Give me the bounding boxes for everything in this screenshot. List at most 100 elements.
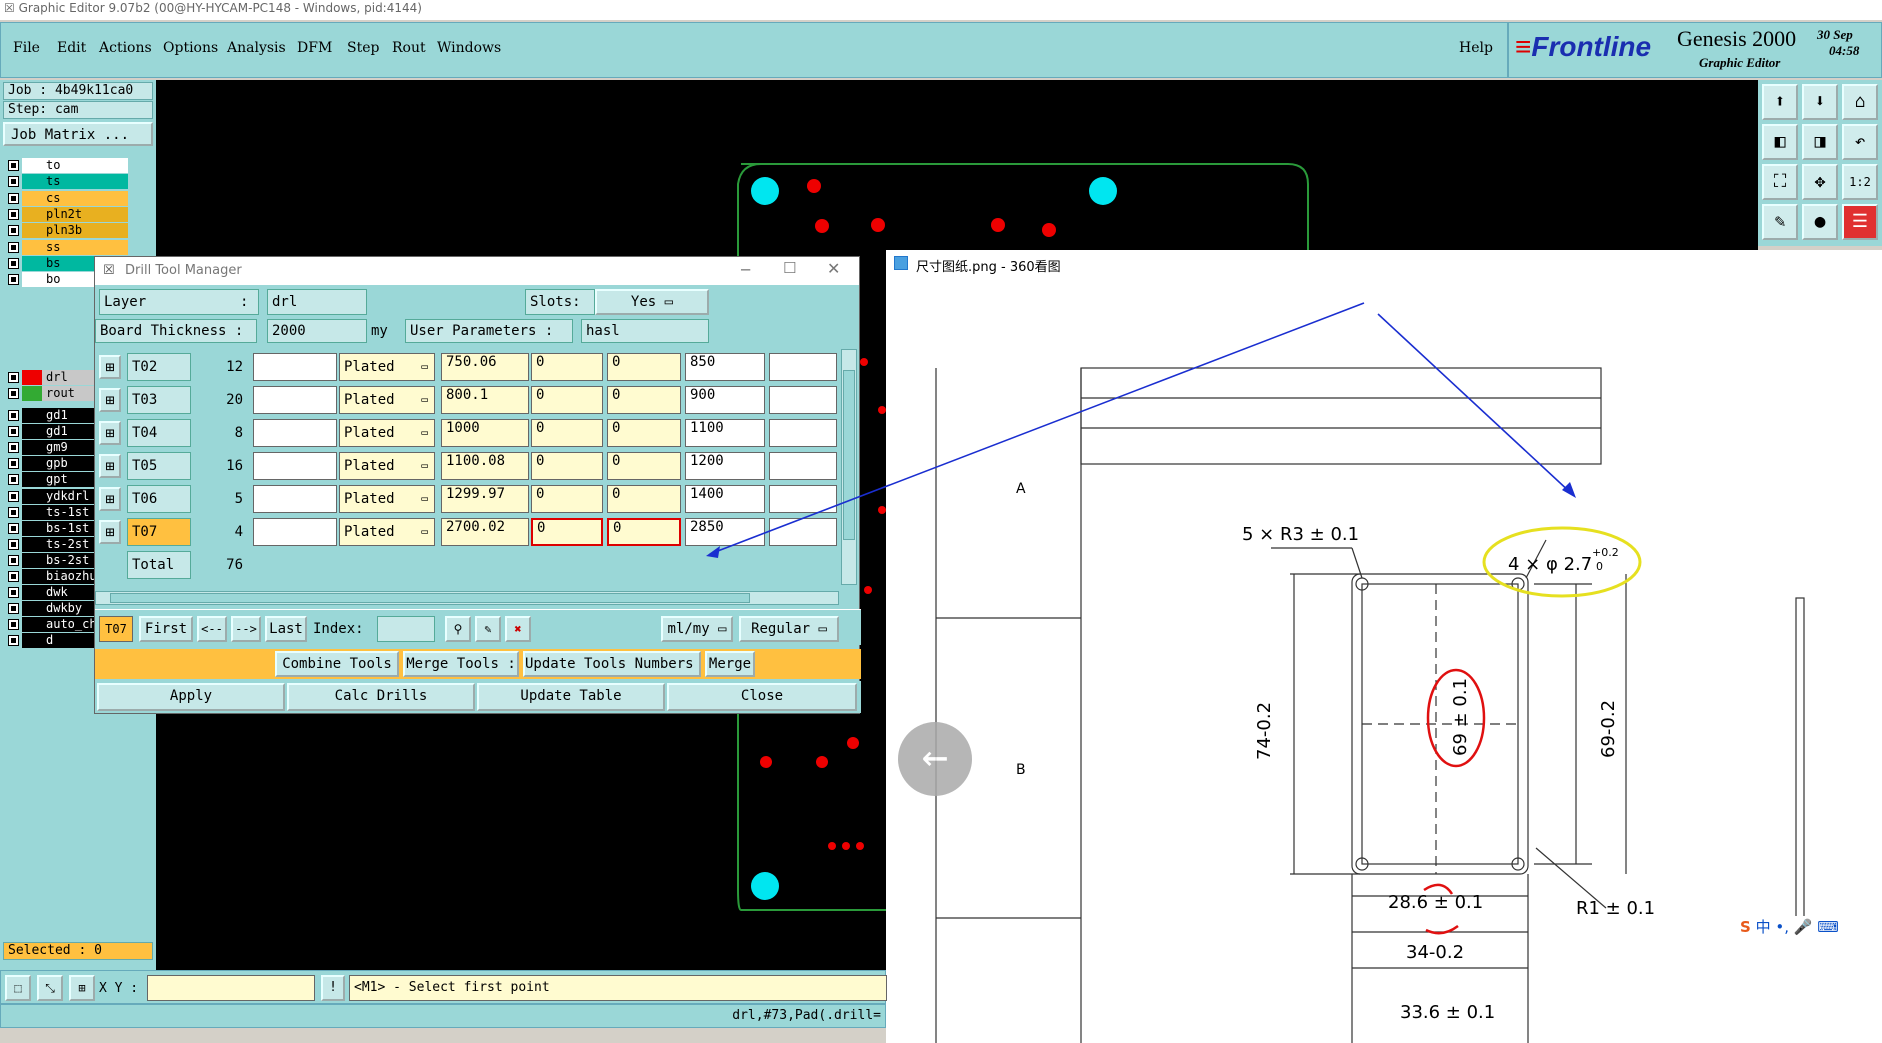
menu-windows[interactable]: Windows [437, 40, 501, 56]
mode-dropdown[interactable]: Regular ▭ [739, 616, 839, 642]
row2-a-icon[interactable]: ◧ [1762, 124, 1798, 160]
ime-toolbar[interactable]: S 中 •, 🎤 ⌨ [1740, 916, 1882, 944]
tool-tol-minus-input[interactable]: 0 [607, 485, 681, 513]
layer-row[interactable]: ss [6, 239, 128, 255]
tool-extra-input[interactable] [769, 386, 837, 414]
layer-checkbox[interactable] [8, 490, 19, 502]
keyboard-icon[interactable]: ⌨ [1817, 918, 1839, 936]
tool-name[interactable]: T05 [127, 452, 191, 480]
ime-punct-icon[interactable]: •, [1775, 918, 1789, 936]
layer-checkbox[interactable] [8, 241, 19, 253]
layer-name[interactable]: ss [42, 239, 128, 255]
row1-b-icon[interactable]: ⬇ [1802, 84, 1838, 120]
layer-checkbox[interactable] [8, 619, 19, 631]
tool-size-input[interactable]: 750.06 [441, 353, 529, 381]
stack-icon[interactable]: ☰ [1842, 204, 1878, 240]
job-matrix-button[interactable]: Job Matrix ... [3, 122, 153, 146]
expand-row-icon[interactable]: ⊞ [99, 454, 121, 478]
menu-analysis[interactable]: Analysis [227, 40, 286, 56]
tool-name[interactable]: T02 [127, 353, 191, 381]
tool-type-dropdown[interactable]: Plated ▭ [339, 452, 435, 480]
tool-extra-input[interactable] [769, 452, 837, 480]
layer-value[interactable]: drl [267, 289, 367, 315]
tool-name[interactable]: T04 [127, 419, 191, 447]
menu-options[interactable]: Options [163, 40, 218, 56]
layer-checkbox[interactable] [8, 410, 19, 421]
tool-extra-input[interactable] [769, 518, 837, 546]
layer-checkbox[interactable] [8, 160, 19, 171]
layer-checkbox[interactable] [8, 208, 19, 220]
layer-checkbox[interactable] [8, 176, 19, 188]
edit-tool-icon[interactable]: ✎ [475, 616, 501, 642]
layer-checkbox[interactable] [8, 587, 19, 599]
tool-type-dropdown[interactable]: Plated ▭ [339, 485, 435, 513]
index-input[interactable] [377, 616, 435, 642]
tool-size-input[interactable]: 2700.02 [441, 518, 529, 546]
alert-icon[interactable]: ! [321, 975, 345, 1001]
units-dropdown[interactable]: ml/my ▭ [661, 616, 733, 642]
tool-comment-input[interactable] [253, 386, 337, 414]
tool-finish-input[interactable]: 850 [685, 353, 765, 381]
layer-checkbox[interactable] [8, 426, 19, 438]
menu-file[interactable]: File [13, 40, 40, 56]
microphone-icon[interactable]: 🎤 [1794, 918, 1813, 936]
tool-tol-plus-input[interactable]: 0 [531, 518, 603, 546]
tool-size-input[interactable]: 1000 [441, 419, 529, 447]
minimize-icon[interactable]: ─ [741, 261, 750, 279]
ratio-icon[interactable]: 1:2 [1842, 164, 1878, 200]
combine-tools-button[interactable]: Combine Tools [275, 651, 399, 677]
tool-tol-plus-input[interactable]: 0 [531, 452, 603, 480]
tool-comment-input[interactable] [253, 518, 337, 546]
vscroll-thumb[interactable] [843, 370, 855, 540]
maximize-icon[interactable]: ☐ [783, 259, 796, 277]
prev-image-icon[interactable]: ← [898, 722, 972, 796]
grid-mode-icon[interactable]: ⊞ [69, 975, 95, 1001]
prev-button[interactable]: <-- [197, 616, 227, 642]
hscroll-thumb[interactable] [110, 593, 750, 603]
tool-type-dropdown[interactable]: Plated ▭ [339, 419, 435, 447]
layer-name[interactable]: pln2t [42, 206, 128, 222]
xy-input[interactable] [147, 975, 315, 1001]
tool-comment-input[interactable] [253, 485, 337, 513]
slots-dropdown[interactable]: Yes ▭ [595, 289, 709, 315]
tool-extra-input[interactable] [769, 353, 837, 381]
tool-tol-plus-input[interactable]: 0 [531, 485, 603, 513]
tool-tol-minus-input[interactable]: 0 [607, 386, 681, 414]
line-icon[interactable]: ● [1802, 204, 1838, 240]
menu-actions[interactable]: Actions [99, 40, 152, 56]
apply-button[interactable]: Apply [97, 683, 285, 711]
center-icon[interactable]: ✥ [1802, 164, 1838, 200]
tool-finish-input[interactable]: 1100 [685, 419, 765, 447]
table-hscrollbar[interactable] [95, 591, 839, 605]
tool-tol-plus-input[interactable]: 0 [531, 386, 603, 414]
layer-row[interactable]: pln3b [6, 223, 128, 239]
user-parameters-value[interactable]: hasl [581, 319, 709, 343]
tool-tol-minus-input[interactable]: 0 [607, 452, 681, 480]
menu-step[interactable]: Step [347, 40, 379, 56]
tool-extra-input[interactable] [769, 485, 837, 513]
tool-comment-input[interactable] [253, 419, 337, 447]
layer-checkbox[interactable] [8, 257, 19, 269]
merge-tools-label[interactable]: Merge Tools : [403, 651, 519, 677]
close-icon[interactable]: ✕ [827, 259, 840, 278]
layer-checkbox[interactable] [8, 442, 19, 454]
layer-checkbox[interactable] [8, 554, 19, 566]
home-icon[interactable]: ⌂ [1842, 84, 1878, 120]
ime-mode[interactable]: 中 [1756, 918, 1771, 936]
row2-b-icon[interactable]: ◨ [1802, 124, 1838, 160]
layer-row[interactable]: to [6, 158, 128, 173]
menu-help[interactable]: Help [1459, 40, 1493, 56]
search-tool-icon[interactable]: ⚲ [445, 616, 471, 642]
layer-row[interactable]: ts [6, 174, 128, 190]
tool-tol-minus-input[interactable]: 0 [607, 419, 681, 447]
merge-button[interactable]: Merge [705, 651, 755, 677]
tool-comment-input[interactable] [253, 452, 337, 480]
tool-tol-plus-input[interactable]: 0 [531, 419, 603, 447]
measure-icon[interactable]: ✎ [1762, 204, 1798, 240]
menu-dfm[interactable]: DFM [297, 40, 332, 56]
tool-type-dropdown[interactable]: Plated ▭ [339, 386, 435, 414]
layer-row[interactable]: cs [6, 190, 128, 206]
expand-row-icon[interactable]: ⊞ [99, 355, 121, 379]
layer-checkbox[interactable] [8, 225, 19, 237]
layer-checkbox[interactable] [8, 474, 19, 486]
